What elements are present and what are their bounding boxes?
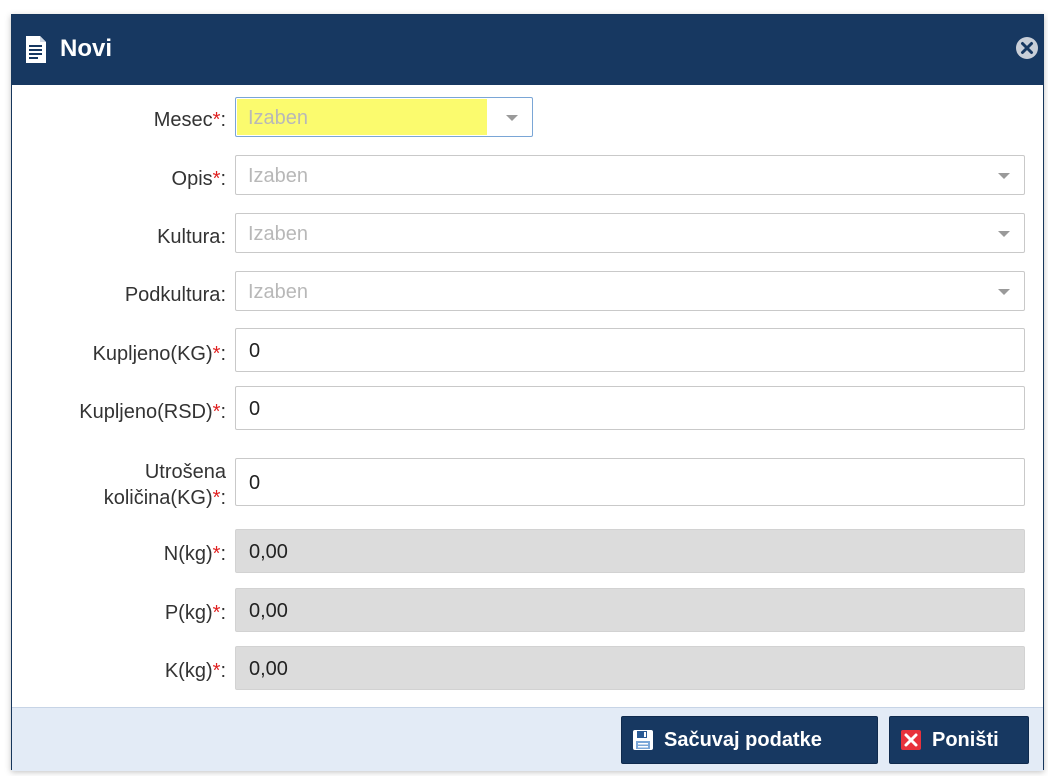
podkultura-select[interactable]: Izaben — [235, 271, 1025, 311]
kupljeno-kg-input[interactable]: 0 — [235, 328, 1025, 372]
opis-select-value: Izaben — [248, 165, 309, 187]
document-icon — [26, 36, 46, 63]
field-label-opis: Opis*: — [171, 168, 226, 190]
kultura-select-value: Izaben — [248, 223, 309, 245]
close-icon[interactable] — [1015, 36, 1039, 60]
save-button-label: Sačuvaj podatke — [664, 729, 822, 751]
n-kg-field: 0,00 — [235, 529, 1025, 573]
kupljeno-rsd-value: 0 — [249, 398, 261, 420]
chevron-down-icon[interactable] — [998, 289, 1010, 295]
form-body: Mesec*: Izaben Opis*: Izaben Kultura: Iz… — [12, 85, 1043, 707]
save-button[interactable]: Sačuvaj podatke — [621, 716, 878, 764]
field-label-k-kg: K(kg)*: — [164, 660, 226, 682]
kupljeno-kg-value: 0 — [249, 340, 261, 362]
opis-select[interactable]: Izaben — [235, 155, 1025, 195]
utrosena-kolicina-value: 0 — [249, 472, 261, 494]
field-label-kupljeno-rsd: Kupljeno(RSD)*: — [79, 401, 226, 423]
dialog-footer: Sačuvaj podatke Poništi — [12, 707, 1043, 771]
p-kg-value: 0,00 — [249, 600, 288, 622]
field-label-n-kg: N(kg)*: — [163, 543, 226, 565]
chevron-down-icon[interactable] — [998, 173, 1010, 179]
n-kg-value: 0,00 — [249, 541, 288, 563]
chevron-down-icon[interactable] — [998, 231, 1010, 237]
cancel-button-label: Poništi — [932, 729, 999, 751]
chevron-down-icon[interactable] — [506, 115, 518, 121]
utrosena-kolicina-input[interactable]: 0 — [235, 458, 1025, 506]
k-kg-field: 0,00 — [235, 646, 1025, 690]
dialog-window: Novi Mesec*: Izaben Opis*: Izaben Kultur… — [11, 14, 1044, 771]
podkultura-select-value: Izaben — [248, 281, 309, 303]
kupljeno-rsd-input[interactable]: 0 — [235, 386, 1025, 430]
kultura-select[interactable]: Izaben — [235, 213, 1025, 253]
screen: Novi Mesec*: Izaben Opis*: Izaben Kultur… — [0, 0, 1048, 776]
k-kg-value: 0,00 — [249, 658, 288, 680]
dialog-titlebar[interactable]: Novi — [12, 15, 1043, 85]
top-strip — [0, 0, 1048, 14]
field-label-utrosena-kolicina: Utrošena količina(KG)*: — [103, 461, 226, 509]
cancel-button[interactable]: Poništi — [889, 716, 1029, 764]
field-label-kupljeno-kg: Kupljeno(KG)*: — [92, 343, 226, 365]
field-label-mesec: Mesec*: — [153, 109, 226, 131]
save-icon — [633, 730, 653, 750]
cancel-icon — [901, 730, 921, 750]
mesec-select-value: Izaben — [248, 107, 309, 129]
mesec-select[interactable]: Izaben — [235, 97, 533, 137]
field-label-p-kg: P(kg)*: — [164, 602, 226, 624]
field-label-podkultura: Podkultura: — [124, 284, 226, 306]
p-kg-field: 0,00 — [235, 588, 1025, 632]
dialog-title: Novi — [60, 35, 113, 62]
field-label-kultura: Kultura: — [157, 226, 226, 248]
